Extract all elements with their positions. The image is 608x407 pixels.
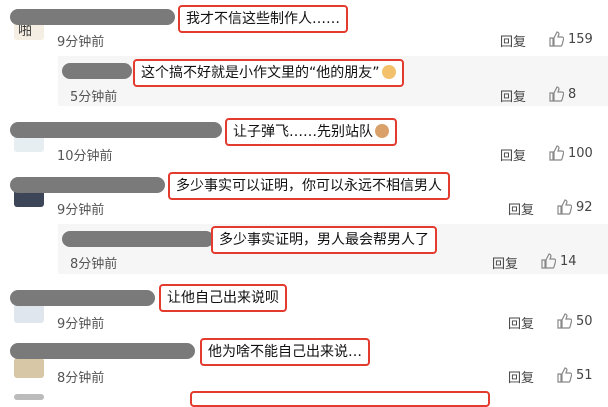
reply-button[interactable]: 回复: [508, 313, 534, 332]
comment-text: 让子弹飞……先别站队: [225, 118, 397, 146]
like-count: 14: [560, 253, 577, 269]
username-blurred[interactable]: [10, 9, 175, 25]
comment-time: 9分钟前: [57, 203, 105, 218]
thumbs-up-icon: [557, 313, 572, 329]
face-emoji-icon: [375, 124, 389, 138]
thumbs-up-icon: [557, 199, 572, 215]
username-blurred[interactable]: [10, 122, 222, 138]
like-button[interactable]: 100: [548, 145, 593, 161]
avatar[interactable]: [14, 358, 44, 378]
reply-button[interactable]: 回复: [492, 253, 518, 272]
like-count: 8: [568, 86, 577, 102]
comment-text: 让他自己出来说呗: [159, 284, 287, 312]
like-button[interactable]: 159: [548, 31, 593, 47]
thumbs-up-icon: [549, 145, 564, 161]
like-button[interactable]: 8: [548, 86, 576, 102]
reply-button[interactable]: 回复: [500, 86, 526, 105]
like-count: 50: [576, 313, 593, 329]
like-count: 159: [568, 31, 593, 47]
username-blurred[interactable]: [10, 290, 155, 306]
comment-text: 这个搞不好就是小作文里的“他的朋友”: [133, 59, 404, 87]
username-blurred[interactable]: [10, 343, 195, 359]
like-count: 51: [576, 367, 593, 383]
comment-time: 8分钟前: [70, 257, 118, 272]
reply-button[interactable]: 回复: [508, 367, 534, 386]
comment-text: 他为啥不能自己出来说…: [200, 338, 370, 366]
thumbs-up-icon: [549, 31, 564, 47]
username-blurred[interactable]: [62, 63, 132, 79]
like-button[interactable]: 51: [556, 367, 593, 383]
reply-button[interactable]: 回复: [500, 145, 526, 164]
comment-text: 我才不信这些制作人……: [178, 5, 348, 33]
thumbs-up-icon: [541, 253, 556, 269]
reply-button[interactable]: 回复: [508, 199, 534, 218]
comment-time: 9分钟前: [57, 317, 105, 332]
avatar[interactable]: [14, 394, 44, 400]
like-count: 100: [568, 145, 593, 161]
like-button[interactable]: 14: [540, 253, 577, 269]
comment-time: 9分钟前: [57, 35, 105, 50]
like-button[interactable]: 50: [556, 313, 593, 329]
comment-time: 8分钟前: [57, 371, 105, 386]
comment-text-partial: [190, 391, 490, 407]
reply-button[interactable]: 回复: [500, 31, 526, 50]
username-blurred[interactable]: [62, 231, 214, 247]
comment-time: 5分钟前: [70, 90, 118, 105]
thumbs-up-icon: [549, 86, 564, 102]
like-button[interactable]: 92: [556, 199, 593, 215]
face-emoji-icon: [381, 65, 396, 79]
comment-time: 10分钟前: [57, 149, 113, 164]
thumbs-up-icon: [557, 367, 572, 383]
avatar[interactable]: [14, 303, 44, 323]
username-blurred[interactable]: [10, 177, 165, 193]
comment-text: 多少事实可以证明，你可以永远不相信男人: [168, 172, 450, 200]
like-count: 92: [576, 199, 593, 215]
comment-text: 多少事实证明，男人最会帮男人了: [211, 226, 437, 254]
